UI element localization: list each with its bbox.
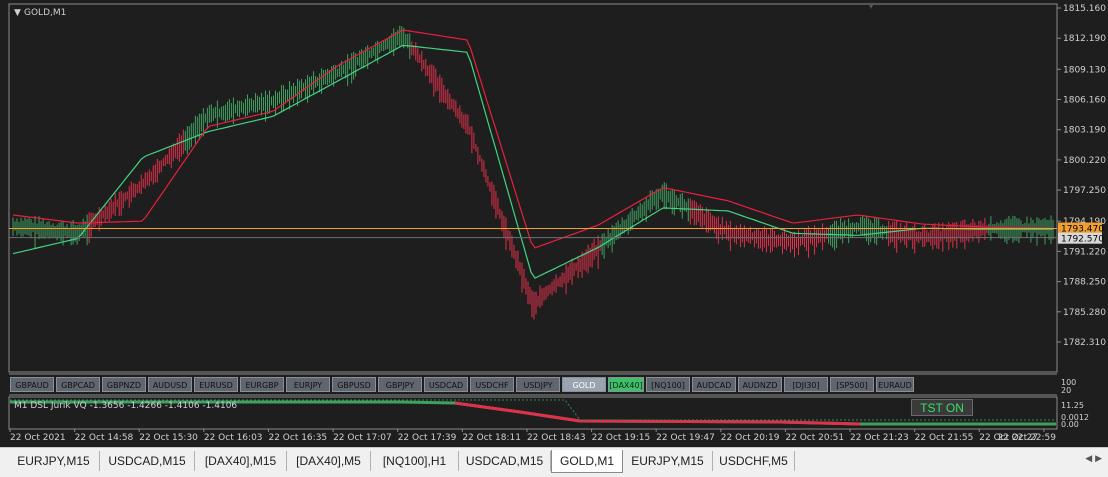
price-tick-label: 1788.250 xyxy=(1063,278,1106,288)
symbol-button[interactable]: [SP500] xyxy=(830,377,874,392)
tab-2[interactable]: [DAX40],M15 xyxy=(195,451,287,471)
indicator-title: M1 DSL Jurik VQ -1.3656 -1.4266 -1.4106 … xyxy=(14,401,237,411)
price-tick-label: 1809.130 xyxy=(1063,65,1106,75)
shift-marker-icon[interactable]: ▼ xyxy=(868,1,875,10)
upper-band-line xyxy=(12,29,1053,249)
time-tick-label: 22 Oct 18:43 xyxy=(527,433,586,443)
symbol-button[interactable]: GBPUSD xyxy=(332,377,376,392)
time-axis[interactable]: 22 Oct 2021 22 Oct 14:58 22 Oct 15:30 22 Oc… xyxy=(9,429,1056,443)
time-tick-label: 22 Oct 21:23 xyxy=(850,433,909,443)
symbol-button[interactable]: EURAUD xyxy=(876,377,914,392)
price-tick-label: 1782.310 xyxy=(1063,338,1106,348)
symbol-button[interactable]: AUDNZD xyxy=(738,377,782,392)
tab-1[interactable]: USDCAD,M15 xyxy=(100,451,195,471)
tab-7[interactable]: EURJPY,M15 xyxy=(623,451,713,471)
symbol-button[interactable]: AUDCAD xyxy=(692,377,736,392)
symbol-button[interactable]: USDCHF xyxy=(470,377,514,392)
time-tick-label: 22 Oct 20:19 xyxy=(721,433,780,443)
chart-tab-bar: EURJPY,M15 USDCAD,M15 [DAX40],M15 [DAX40],M… xyxy=(0,447,1108,477)
price-tick-label: 1803.190 xyxy=(1063,126,1106,136)
tab-3[interactable]: [DAX40],M5 xyxy=(287,451,371,471)
tab-6[interactable]: GOLD,M1 xyxy=(551,450,623,473)
tst-toggle-button[interactable]: TST ON xyxy=(911,399,973,416)
symbol-button[interactable]: GOLD xyxy=(562,377,606,392)
reference-price-label: 1792.570 xyxy=(1061,235,1104,245)
time-tick-label: 22 Oct 16:03 xyxy=(204,433,263,443)
symbol-button[interactable]: USDJPY xyxy=(516,377,560,392)
symbol-button[interactable]: GBPNZD xyxy=(102,377,146,392)
price-tick-label: 1791.220 xyxy=(1063,247,1106,257)
price-tick-label: 1800.220 xyxy=(1063,156,1106,166)
price-tick-label: 1797.250 xyxy=(1063,186,1106,196)
chart-window[interactable]: ▼ GOLD,M1 ▼ 1815.160 1812.190 1809.130 1806… xyxy=(0,0,1108,447)
indicator-axis-label: 11.25 xyxy=(1061,401,1084,410)
time-tick-label: 22 Oct 14:58 xyxy=(75,433,134,443)
time-tick-label: 22 Oct 2021 xyxy=(10,433,66,443)
symbol-button[interactable]: GBPAUD xyxy=(10,377,54,392)
price-tick-label: 1806.160 xyxy=(1063,96,1106,106)
signal-line-red xyxy=(454,401,861,426)
chart-title: GOLD,M1 xyxy=(24,8,66,18)
time-tick-label: 22 Oct 16:35 xyxy=(268,433,327,443)
symbol-button[interactable]: [NQ100] xyxy=(646,377,690,392)
indicator-axis-label: 20 xyxy=(1061,386,1071,395)
symbol-button[interactable]: [DAX40] xyxy=(608,377,644,392)
indicator-axis-label: 0.00 xyxy=(1061,420,1079,429)
price-tick-label: 1785.280 xyxy=(1063,308,1106,318)
time-tick-label: 22 Oct 22:59 xyxy=(997,433,1056,443)
tab-8[interactable]: USDCHF,M5 xyxy=(713,451,795,471)
symbol-button[interactable]: USDCAD xyxy=(424,377,468,392)
symbol-button[interactable]: GBPJPY xyxy=(378,377,422,392)
time-tick-label: 22 Oct 15:30 xyxy=(139,433,198,443)
time-tick-label: 22 Oct 19:15 xyxy=(592,433,651,443)
price-tick-label: 1815.160 xyxy=(1063,4,1106,14)
symbol-button[interactable]: EURJPY xyxy=(286,377,330,392)
tab-scroll-arrows-icon[interactable]: ◀ ▶ xyxy=(1085,454,1102,464)
price-axis[interactable]: 1815.160 1812.190 1809.130 1806.160 1803.190… xyxy=(1057,4,1106,348)
tab-4[interactable]: [NQ100],H1 xyxy=(371,451,459,471)
collapse-icon[interactable]: ▼ xyxy=(14,8,21,18)
symbol-button[interactable]: AUDUSD xyxy=(148,377,192,392)
time-tick-label: 22 Oct 18:11 xyxy=(462,433,521,443)
tab-5[interactable]: USDCAD,M15 xyxy=(459,451,551,471)
time-tick-label: 22 Oct 17:39 xyxy=(398,433,457,443)
time-tick-label: 22 Oct 21:55 xyxy=(915,433,974,443)
symbol-button[interactable]: EURGBP xyxy=(240,377,284,392)
time-tick-label: 22 Oct 19:47 xyxy=(656,433,715,443)
symbol-button[interactable]: [DJI30] xyxy=(784,377,828,392)
time-tick-label: 22 Oct 20:51 xyxy=(785,433,844,443)
tab-0[interactable]: EURJPY,M15 xyxy=(8,451,100,471)
price-tick-label: 1812.190 xyxy=(1063,34,1106,44)
symbol-button[interactable]: EURUSD xyxy=(194,377,238,392)
time-tick-label: 22 Oct 17:07 xyxy=(333,433,392,443)
symbol-button[interactable]: GBPCAD xyxy=(56,377,100,392)
